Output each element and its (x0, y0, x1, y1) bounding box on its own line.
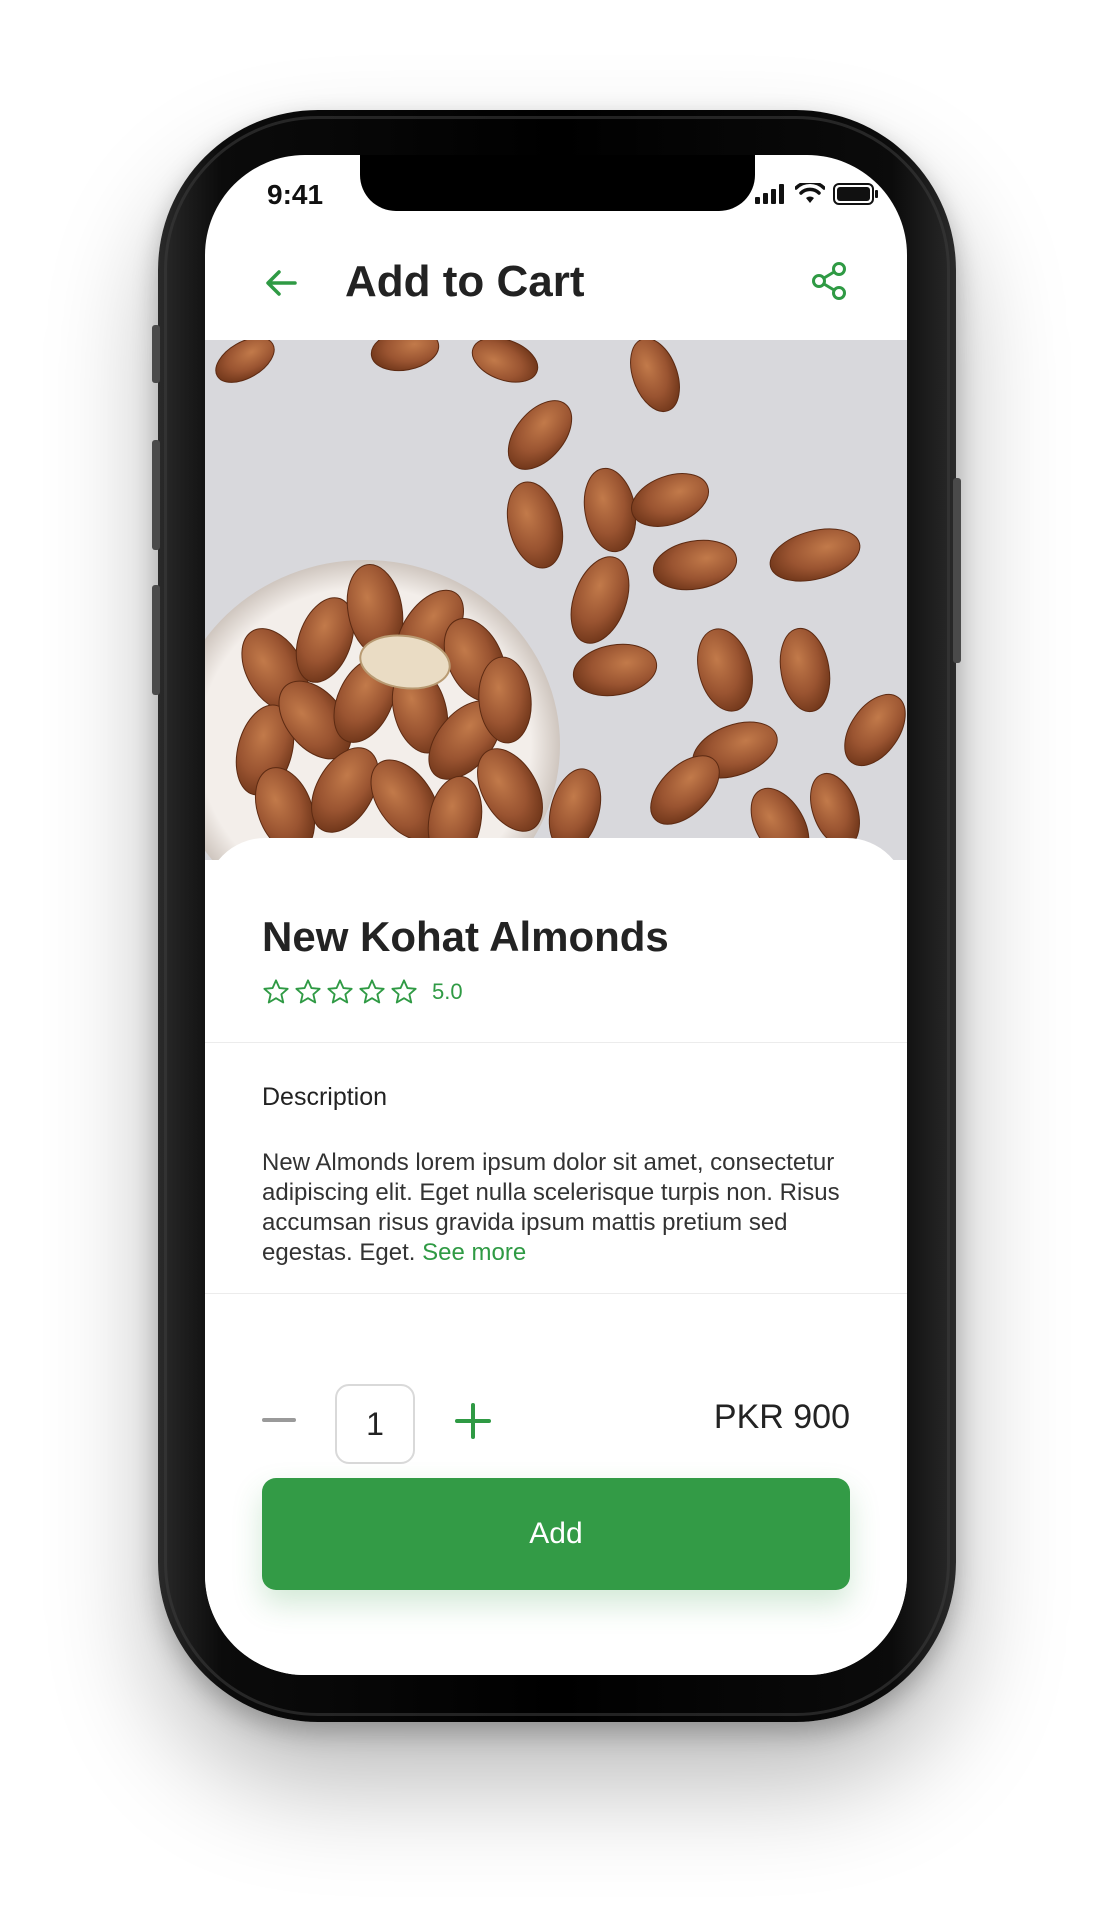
signal-icon (755, 184, 784, 204)
see-more-link[interactable]: See more (422, 1239, 526, 1266)
divider (205, 1293, 907, 1294)
volume-up-button (152, 440, 160, 550)
silent-switch (152, 325, 160, 383)
add-to-cart-button[interactable]: Add (262, 1478, 850, 1590)
star-icon[interactable] (262, 978, 290, 1006)
volume-down-button (152, 585, 160, 695)
page-title: Add to Cart (345, 257, 585, 306)
notch (360, 155, 755, 211)
product-card: New Kohat Almonds 5.0 Description New Al… (205, 838, 907, 1675)
battery-icon (833, 183, 878, 205)
product-name: New Kohat Almonds (262, 913, 669, 960)
star-icon[interactable] (326, 978, 354, 1006)
rating-value: 5.0 (432, 979, 463, 1004)
decrease-quantity-button[interactable] (262, 1418, 296, 1422)
product-price: PKR 900 (713, 1398, 850, 1436)
wifi-icon (795, 183, 825, 203)
share-icon[interactable] (809, 261, 849, 301)
divider (205, 1042, 907, 1043)
phone-screen: 9:41 Add to Cart New Kohat Almonds 5.0 D… (205, 155, 907, 1675)
status-icons (755, 183, 879, 205)
star-icon[interactable] (358, 978, 386, 1006)
almonds-photo (205, 340, 907, 860)
description-heading: Description (262, 1083, 388, 1111)
star-icon[interactable] (294, 978, 322, 1006)
power-button (953, 478, 961, 663)
product-image (205, 340, 907, 860)
product-rating: 5.0 (262, 978, 463, 1006)
quantity-field[interactable]: 1 (335, 1384, 415, 1464)
back-arrow-icon[interactable] (261, 263, 301, 303)
star-icon[interactable] (390, 978, 418, 1006)
app-header: Add to Cart (205, 225, 907, 340)
description-body: New Almonds lorem ipsum dolor sit amet, … (262, 1149, 840, 1266)
status-time: 9:41 (267, 179, 324, 210)
description-text: New Almonds lorem ipsum dolor sit amet, … (262, 1148, 862, 1268)
increase-quantity-button[interactable] (455, 1403, 491, 1439)
